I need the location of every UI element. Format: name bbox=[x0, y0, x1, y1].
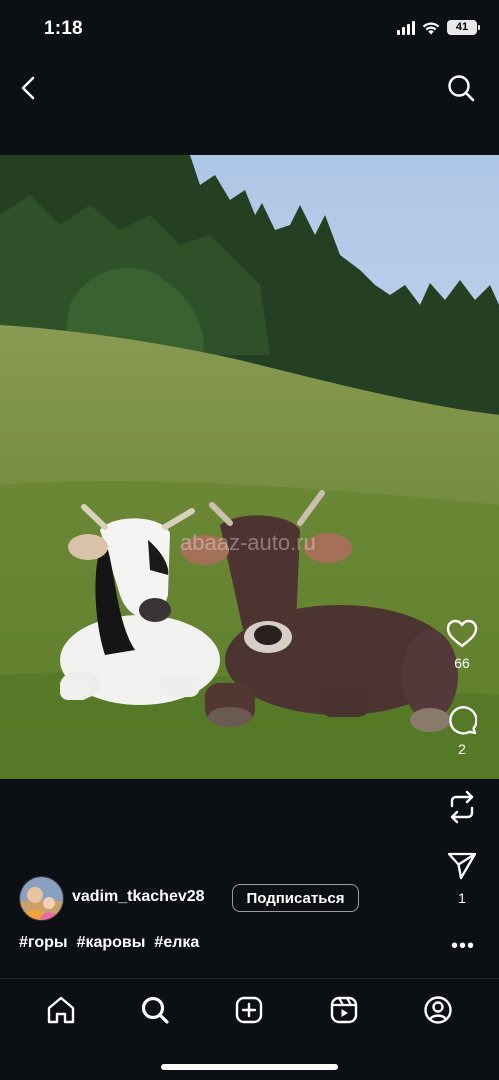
hashtag-link[interactable]: #горы bbox=[19, 934, 68, 952]
hashtag-link[interactable]: #елка bbox=[154, 934, 199, 952]
more-options-button[interactable]: ••• bbox=[451, 935, 475, 958]
status-icons: 41 bbox=[397, 20, 480, 35]
comment-button[interactable]: 2 bbox=[437, 705, 487, 757]
avatar[interactable] bbox=[19, 876, 64, 921]
share-button[interactable]: 1 bbox=[437, 852, 487, 906]
repost-icon bbox=[450, 790, 474, 824]
hashtag-link[interactable]: #каровы bbox=[77, 934, 146, 952]
nav-search[interactable] bbox=[135, 990, 175, 1030]
share-count: 1 bbox=[458, 890, 466, 906]
username[interactable]: vadim_tkachev28 bbox=[72, 888, 205, 906]
profile-icon bbox=[424, 996, 452, 1024]
like-button[interactable]: 66 bbox=[437, 619, 487, 671]
post-photo[interactable]: abaaz-auto.ru bbox=[0, 155, 499, 779]
like-count: 66 bbox=[454, 655, 470, 671]
nav-profile[interactable] bbox=[418, 990, 458, 1030]
follow-button[interactable]: Подписаться bbox=[232, 884, 359, 912]
bottom-nav bbox=[0, 990, 499, 1030]
wifi-icon bbox=[422, 22, 440, 34]
back-button[interactable] bbox=[10, 70, 46, 106]
search-icon bbox=[142, 996, 169, 1024]
nav-divider bbox=[0, 978, 499, 979]
repost-button[interactable] bbox=[437, 790, 487, 824]
nav-create[interactable] bbox=[229, 990, 269, 1030]
cellular-signal-icon bbox=[397, 20, 415, 35]
search-icon bbox=[448, 75, 475, 102]
reels-icon bbox=[330, 996, 357, 1024]
home-indicator bbox=[161, 1064, 338, 1070]
heart-icon bbox=[446, 619, 478, 648]
caption-hashtags: #горы #каровы #елка bbox=[19, 934, 199, 952]
send-icon bbox=[447, 852, 477, 880]
watermark-text: abaaz-auto.ru bbox=[180, 530, 316, 555]
battery-icon: 41 bbox=[447, 20, 480, 35]
comment-count: 2 bbox=[458, 741, 466, 757]
create-icon bbox=[236, 996, 263, 1024]
nav-reels[interactable] bbox=[324, 990, 364, 1030]
status-time: 1:18 bbox=[44, 18, 83, 39]
nav-home[interactable] bbox=[41, 990, 81, 1030]
comment-icon bbox=[449, 706, 477, 735]
chevron-left-icon bbox=[21, 76, 35, 100]
search-button[interactable] bbox=[443, 70, 479, 106]
home-icon bbox=[47, 996, 75, 1024]
